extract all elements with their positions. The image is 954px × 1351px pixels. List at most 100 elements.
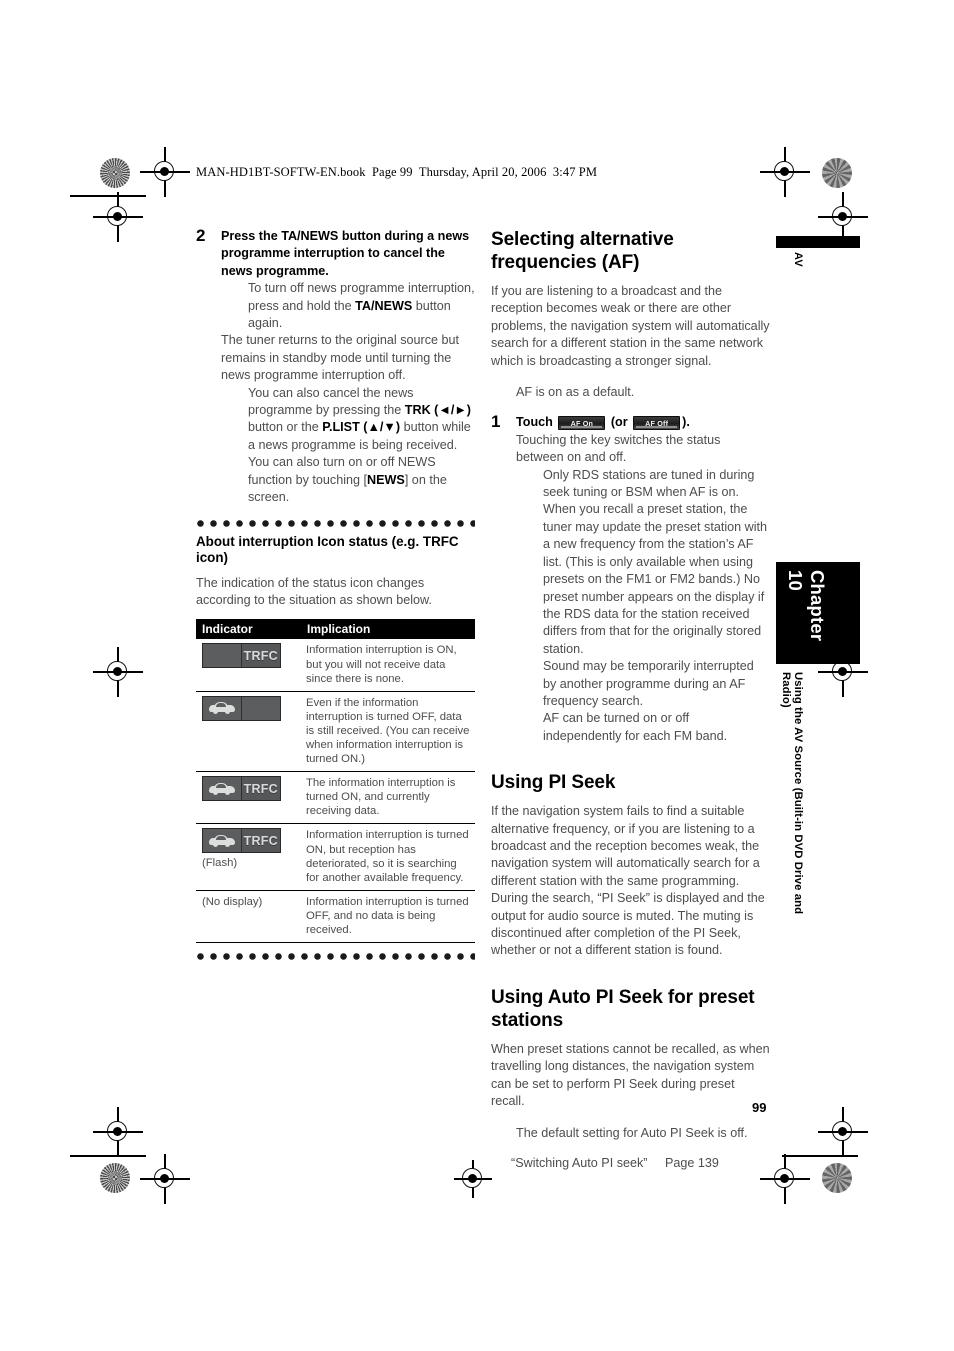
registration-mark-left-upper (93, 192, 143, 242)
chip-right-trfc: TRFC (242, 644, 281, 667)
registration-mark-top-left (140, 147, 190, 197)
close-paren: ). (682, 415, 690, 430)
right-column: Selecting alternative frequencies (AF) I… (491, 228, 770, 1172)
car-icon (208, 782, 235, 795)
pi-seek-paragraph: If the navigation system fails to find a… (491, 804, 765, 958)
table-header-row: Indicator Implication (196, 619, 475, 640)
step-2-instruction: Press the TA/NEWS button during a news p… (221, 229, 470, 278)
af-note-2: When you recall a preset station, the tu… (543, 502, 768, 656)
chip-left-car (203, 829, 242, 853)
indicator-cell (196, 691, 301, 773)
cross-reference: “Switching Auto PI seek” Page 139 (491, 1155, 770, 1172)
implication-cell: Information interruption is turned ON, b… (301, 823, 475, 891)
dotted-divider-top (196, 518, 475, 528)
indicator-cell: TRFC (Flash) (196, 823, 301, 891)
book-header-line: MAN-HD1BT-SOFTW-EN.book Page 99 Thursday… (196, 165, 598, 179)
af-section-heading: Selecting alternative frequencies (AF) (491, 229, 674, 273)
af-off-key-icon[interactable]: AF Off (633, 416, 681, 431)
halftone-circle-bottom-right (822, 1163, 852, 1193)
halftone-circle-top-left (100, 158, 130, 188)
registration-mark-right-upper (818, 192, 868, 242)
auto-pi-default-note: The default setting for Auto PI Seek is … (516, 1126, 748, 1141)
trfc-chip-icon: TRFC (202, 828, 281, 854)
column-header-indicator: Indicator (196, 619, 301, 640)
left-column: 2 Press the TA/NEWS button during a news… (196, 226, 475, 967)
table-row: (No display) Information interruption is… (196, 890, 475, 944)
chapter-title-vertical: Using the AV Source (Built-in DVD Drive … (780, 672, 804, 915)
crop-rule-bottom-left (70, 1155, 146, 1157)
registration-mark-left-lower (93, 1107, 143, 1157)
af-default-note: AF is on as a default. (516, 385, 635, 400)
page-number: 99 (752, 1100, 767, 1115)
step-2-number: 2 (196, 226, 206, 245)
chip-right-blank (241, 696, 280, 720)
flash-caption: (Flash) (202, 857, 238, 870)
cross-reference-page: Page 139 (665, 1155, 719, 1170)
dotted-divider-bottom (196, 952, 475, 962)
auto-pi-seek-paragraph: When preset stations cannot be recalled,… (491, 1041, 770, 1109)
av-black-bar (776, 236, 860, 248)
chip-left-car (203, 777, 242, 801)
table-row: TRFC (Flash) Information interruption is… (196, 823, 475, 891)
implication-cell: The information interruption is turned O… (301, 771, 475, 825)
implication-cell: Information interruption is turned OFF, … (301, 890, 475, 944)
step-2: 2 Press the TA/NEWS button during a news… (196, 226, 475, 507)
step-1-instruction: Touch AF On (or AF Off). (516, 414, 770, 431)
chip-right-trfc: TRFC (242, 777, 281, 800)
interruption-icon-intro: The indication of the status icon change… (196, 575, 432, 607)
indicator-cell: (No display) (196, 890, 301, 944)
crop-rule-top-left (70, 195, 146, 197)
touch-label: Touch (516, 415, 553, 430)
step-1-body: Touching the key switches the status bet… (516, 432, 721, 465)
step-2-paragraph: The tuner returns to the original source… (221, 333, 460, 383)
interruption-icon-heading: About interruption Icon status (e.g. TRF… (196, 533, 459, 565)
af-on-key-label: AF On (570, 418, 594, 428)
halftone-circle-bottom-left (100, 1163, 130, 1193)
trfc-chip-icon (202, 695, 281, 721)
manual-page: MAN-HD1BT-SOFTW-EN.book Page 99 Thursday… (0, 0, 954, 1351)
indicator-cell: TRFC (196, 639, 301, 692)
implication-cell: Even if the information interruption is … (301, 691, 475, 773)
halftone-circle-top-right (822, 158, 852, 188)
step-1-number: 1 (491, 412, 501, 432)
af-note-1: Only RDS stations are tuned in during se… (543, 467, 755, 500)
cross-reference-title: “Switching Auto PI seek” (511, 1155, 648, 1170)
af-off-key-label: AF Off (645, 418, 669, 428)
trfc-text: TRFC (243, 833, 278, 848)
trfc-text: TRFC (243, 781, 278, 796)
table-row: Even if the information interruption is … (196, 691, 475, 773)
trfc-text: TRFC (243, 648, 278, 663)
chapter-tab-box: Chapter 10 (776, 562, 860, 664)
registration-mark-bottom-right (760, 1154, 810, 1204)
step-1: 1 Touch AF On (or AF Off). Touching the … (491, 412, 770, 745)
registration-mark-right-lower (818, 1107, 868, 1157)
interruption-status-table: Indicator Implication TRFC Information i… (196, 619, 475, 944)
car-icon (208, 834, 235, 847)
registration-mark-bottom-center (454, 1160, 492, 1198)
af-on-key-icon[interactable]: AF On (558, 416, 606, 431)
registration-mark-top-right (760, 147, 810, 197)
registration-mark-left-middle (93, 647, 143, 697)
trfc-chip-icon: TRFC (202, 776, 281, 802)
step-2-note-2: You can also cancel the news programme b… (248, 385, 471, 452)
chip-left-blank (203, 644, 242, 668)
or-text: (or (610, 415, 628, 430)
auto-pi-seek-heading: Using Auto PI Seek for preset stations (491, 986, 755, 1031)
table-row: TRFC The information interruption is tur… (196, 771, 475, 825)
registration-mark-bottom-left (140, 1154, 190, 1204)
af-note-4: AF can be turned on or off independently… (543, 711, 728, 743)
trfc-chip-icon: TRFC (202, 643, 281, 669)
car-icon (208, 702, 235, 715)
table-row: TRFC Information interruption is ON, but… (196, 639, 475, 692)
crop-rule-bottom-right (782, 1155, 858, 1157)
chip-right-trfc: TRFC (242, 829, 281, 852)
av-margin-label: AV (792, 252, 804, 268)
step-2-note-1: To turn off news programme interruption,… (248, 281, 475, 331)
af-section-paragraph: If you are listening to a broadcast and … (491, 284, 770, 368)
chip-left-car (203, 696, 242, 720)
column-header-implication: Implication (301, 619, 475, 640)
af-note-3: Sound may be temporarily interrupted by … (543, 659, 754, 708)
pi-seek-heading: Using PI Seek (491, 772, 616, 794)
implication-cell: Information interruption is ON, but you … (301, 639, 475, 692)
indicator-cell: TRFC (196, 771, 301, 825)
